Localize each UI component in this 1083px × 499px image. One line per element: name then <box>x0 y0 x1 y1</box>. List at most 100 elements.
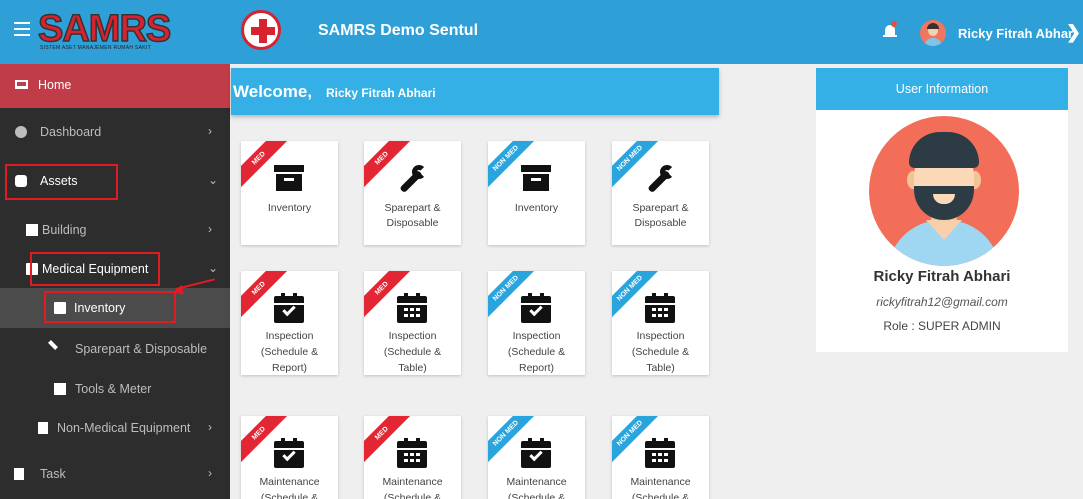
laptop-icon <box>15 80 28 89</box>
tile-label: (Schedule & <box>260 346 319 358</box>
task-file-icon <box>14 468 24 480</box>
tile-med-maintenance-table[interactable]: MED Maintenance (Schedule & <box>364 416 461 499</box>
tile-med-inspection-report[interactable]: MED Inspection (Schedule & Report) <box>241 271 338 375</box>
archive-icon <box>521 165 551 191</box>
tile-label: Sparepart & <box>384 202 441 214</box>
welcome-greeting: Welcome, <box>233 82 313 101</box>
profile-name: Ricky Fitrah Abhari <box>873 268 1011 285</box>
archive-icon <box>274 165 304 191</box>
tile-nonmed-inspection-report[interactable]: NON MED Inspection (Schedule & Report) <box>488 271 585 375</box>
sidebar-item-label: Building <box>42 223 87 237</box>
profile-email: rickyfitrah12@gmail.com <box>876 295 1008 309</box>
sidebar-item-dashboard[interactable]: Dashboard › <box>0 112 230 152</box>
tile-label: (Schedule & <box>631 492 690 499</box>
building-icon <box>26 224 38 236</box>
tile-label: Maintenance <box>259 476 320 488</box>
app-title: SAMRS Demo Sentul <box>318 22 479 39</box>
sidebar-item-non-medical[interactable]: Non-Medical Equipment › <box>0 408 230 448</box>
user-avatar[interactable] <box>920 20 946 46</box>
tile-nonmed-sparepart[interactable]: NON MED Sparepart & Disposable <box>612 141 709 245</box>
dashboard-icon <box>15 126 27 138</box>
wrench-icon <box>642 163 678 199</box>
tile-med-inspection-table[interactable]: MED Inspection (Schedule & Table) <box>364 271 461 375</box>
tile-label: Inspection <box>265 330 314 342</box>
calendar-icon <box>397 438 427 468</box>
tile-label: (Schedule & <box>507 346 566 358</box>
calendar-icon <box>397 293 427 323</box>
annotation-box-assets <box>5 164 118 200</box>
sidebar-item-label: Non-Medical Equipment <box>57 421 191 435</box>
chevron-right-icon[interactable]: ❯ <box>1066 22 1081 43</box>
sidebar-item-tools[interactable]: Tools & Meter <box>0 369 230 409</box>
sidebar-item-label: Home <box>38 78 72 92</box>
tile-label: Report) <box>518 362 554 374</box>
hospital-logo-icon <box>241 10 281 50</box>
tile-label: Report) <box>271 362 307 374</box>
tile-nonmed-inventory[interactable]: NON MED Inventory <box>488 141 585 245</box>
sidebar-item-label: Task <box>40 467 66 481</box>
tile-med-maintenance-report[interactable]: MED Maintenance (Schedule & <box>241 416 338 499</box>
tile-label: (Schedule & <box>631 346 690 358</box>
chevron-right-icon: › <box>208 466 212 480</box>
sidebar-item-building[interactable]: Building › <box>0 210 230 250</box>
logo-subtitle: SISTEM ASET MANAJEMEN RUMAH SAKIT <box>40 45 151 51</box>
tile-med-sparepart[interactable]: MED Sparepart & Disposable <box>364 141 461 245</box>
tile-label: Inspection <box>636 330 685 342</box>
brand-area: SAMRS SISTEM ASET MANAJEMEN RUMAH SAKIT <box>0 0 230 64</box>
tile-label: Table) <box>646 362 675 374</box>
sidebar: Home Dashboard › Assets ⌄ Building › Med… <box>0 64 230 499</box>
calendar-check-icon <box>274 438 304 468</box>
samrs-logo[interactable]: SAMRS <box>37 9 172 49</box>
tile-label: (Schedule & <box>383 492 442 499</box>
user-information-panel: User Information Ricky Fitrah Abhari ric… <box>816 68 1068 352</box>
user-information-title: User Information <box>816 68 1068 110</box>
bell-icon[interactable] <box>883 21 897 40</box>
tile-label: Sparepart & <box>632 202 689 214</box>
toolbox-icon <box>54 383 66 395</box>
tile-label: Disposable <box>386 217 439 229</box>
menu-icon[interactable] <box>14 22 30 36</box>
tile-label: Inspection <box>512 330 561 342</box>
sidebar-item-label: Dashboard <box>40 125 102 139</box>
welcome-name: Ricky Fitrah Abhari <box>326 86 436 100</box>
tile-nonmed-maintenance-report[interactable]: NON MED Maintenance (Schedule & <box>488 416 585 499</box>
annotation-box-inventory <box>44 291 176 323</box>
sidebar-item-sparepart[interactable]: Sparepart & Disposable <box>0 329 230 369</box>
profile-role: Role : SUPER ADMIN <box>883 319 1001 333</box>
calendar-icon <box>645 293 675 323</box>
header-user-name[interactable]: Ricky Fitrah Abhari <box>958 26 1077 41</box>
sidebar-item-task[interactable]: Task › <box>0 454 230 494</box>
calendar-check-icon <box>521 438 551 468</box>
tile-med-inventory[interactable]: MED Inventory <box>241 141 338 245</box>
chevron-right-icon: › <box>208 124 212 138</box>
wrench-icon <box>394 163 430 199</box>
wrench-icon <box>48 340 58 350</box>
tile-label: Inspection <box>388 330 437 342</box>
calendar-check-icon <box>521 293 551 323</box>
tile-label: (Schedule & <box>260 492 319 499</box>
chevron-right-icon: › <box>208 222 212 236</box>
tile-label: Table) <box>398 362 427 374</box>
sidebar-item-home[interactable]: Home <box>0 64 230 108</box>
calendar-icon <box>645 438 675 468</box>
calendar-check-icon <box>274 293 304 323</box>
chevron-down-icon: ⌄ <box>208 173 219 187</box>
tile-nonmed-inspection-table[interactable]: NON MED Inspection (Schedule & Table) <box>612 271 709 375</box>
chevron-right-icon: › <box>208 420 212 434</box>
sidebar-item-label: Sparepart & Disposable <box>75 342 208 356</box>
profile-avatar <box>869 116 1019 266</box>
tile-label: Maintenance <box>506 476 567 488</box>
tile-label: Maintenance <box>630 476 691 488</box>
tile-label: Maintenance <box>382 476 443 488</box>
sidebar-item-label: Tools & Meter <box>75 382 152 396</box>
chevron-down-icon: ⌄ <box>208 261 219 275</box>
tile-label: Disposable <box>634 217 687 229</box>
tile-label: (Schedule & <box>507 492 566 499</box>
welcome-banner: Welcome, Ricky Fitrah Abhari <box>231 68 719 115</box>
tile-label: Inventory <box>267 202 312 214</box>
tile-label: (Schedule & <box>383 346 442 358</box>
tile-label: Inventory <box>514 202 559 214</box>
tile-nonmed-maintenance-table[interactable]: NON MED Maintenance (Schedule & <box>612 416 709 499</box>
annotation-box-medical-equipment <box>30 252 160 286</box>
file-icon <box>38 422 48 434</box>
